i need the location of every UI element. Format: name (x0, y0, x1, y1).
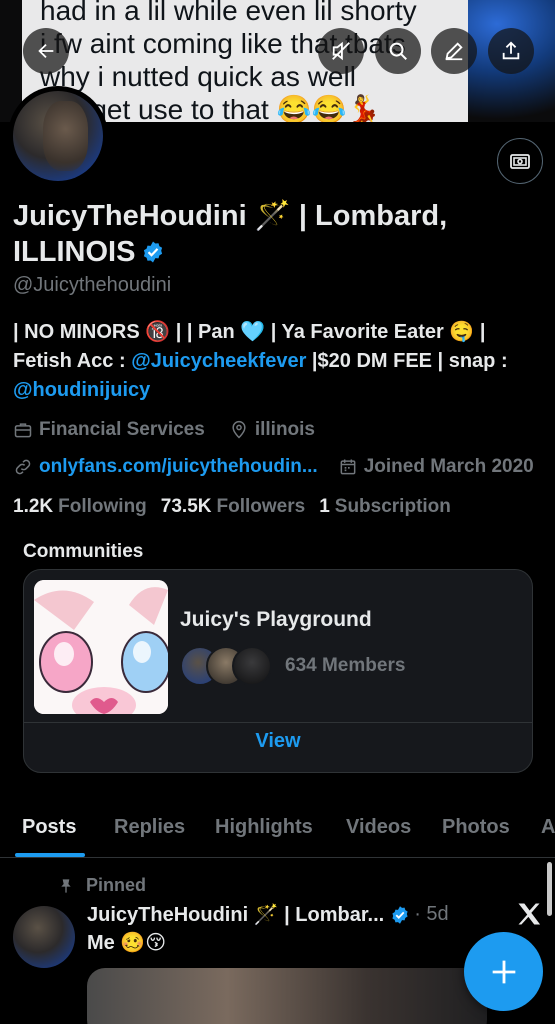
subscriptions-count: 1 (319, 496, 330, 517)
message-button[interactable] (497, 138, 543, 184)
bio-line: Fetish Acc : @Juicycheekfever |$20 DM FE… (13, 347, 543, 376)
briefcase-icon (14, 423, 32, 438)
search-icon (389, 42, 407, 60)
followers-label: Followers (216, 496, 306, 517)
calendar-icon (340, 459, 356, 475)
community-name[interactable]: Juicy's Playground (180, 608, 372, 632)
pin-icon (61, 878, 71, 893)
divider (24, 722, 532, 723)
tab-posts[interactable]: Posts (22, 816, 76, 839)
verified-badge-icon (392, 905, 408, 924)
following-stat[interactable]: 1.2K Following (13, 496, 147, 518)
post-author-name[interactable]: JuicyTheHoudini 🪄 | Lombar... (87, 902, 384, 927)
tab-highlights[interactable]: Highlights (215, 816, 313, 839)
mute-icon (332, 41, 350, 61)
tab-videos[interactable]: Videos (346, 816, 411, 839)
profile-bio: | NO MINORS 🔞 | | Pan 🩵 | Ya Favorite Ea… (13, 318, 543, 405)
profile-avatar[interactable] (8, 86, 108, 186)
community-card[interactable]: Juicy's Playground 634 Members View (23, 569, 533, 773)
search-button[interactable] (375, 28, 421, 74)
share-icon (502, 41, 520, 60)
post-author-avatar[interactable] (13, 906, 75, 968)
plus-icon (492, 960, 515, 983)
post-media-image[interactable] (87, 968, 487, 1024)
verified-badge-icon[interactable] (141, 240, 165, 264)
link-icon (15, 459, 31, 475)
pinned-text: Pinned (86, 875, 147, 895)
banner-caption-line: had in a lil while even lil shorty (40, 0, 417, 26)
profile-tabs: Posts Replies Highlights Videos Photos A (0, 810, 555, 858)
profile-joined: Joined March 2020 (338, 456, 534, 478)
active-tab-indicator (15, 853, 85, 857)
pinned-label: Pinned (58, 875, 146, 896)
profile-category: Financial Services (13, 419, 205, 441)
profile-meta-row-2: onlyfans.com/juicythehoudin... Joined Ma… (13, 456, 555, 478)
tab-articles[interactable]: A (541, 816, 555, 839)
post-header: JuicyTheHoudini 🪄 | Lombar... · 5d (87, 902, 449, 927)
post-text: Me 🥴😚 (87, 932, 167, 954)
mute-button[interactable] (318, 28, 364, 74)
bio-line: @houdinijuicy (13, 376, 543, 405)
location-text: illinois (254, 419, 316, 440)
profile-meta-row: Financial Services illinois (13, 419, 339, 441)
bio-text: |$20 DM FEE | snap : (306, 350, 508, 372)
x-logo-icon (518, 903, 541, 925)
display-name: JuicyTheHoudini 🪄 | Lombard, ILLINOIS (13, 198, 533, 270)
tab-replies[interactable]: Replies (114, 816, 185, 839)
profile-stats: 1.2K Following 73.5K Followers 1 Subscripti… (13, 496, 465, 518)
avatar-image (13, 91, 103, 181)
profile-handle: @Juicythehoudini (13, 274, 172, 296)
following-label: Following (58, 496, 147, 517)
communities-heading: Communities (23, 541, 144, 562)
scrollbar[interactable] (547, 862, 552, 916)
edit-button[interactable] (431, 28, 477, 74)
money-envelope-icon (510, 154, 530, 169)
share-button[interactable] (488, 28, 534, 74)
location-pin-icon (232, 420, 246, 439)
compose-post-button[interactable] (464, 932, 543, 1011)
profile-website[interactable]: onlyfans.com/juicythehoudin... (13, 456, 318, 478)
community-view-button[interactable]: View (24, 730, 532, 753)
followers-stat[interactable]: 73.5K Followers (161, 496, 305, 518)
bio-mention-link[interactable]: @houdinijuicy (13, 379, 150, 401)
back-button[interactable] (23, 28, 69, 74)
website-link[interactable]: onlyfans.com/juicythehoudin... (39, 456, 318, 478)
subscriptions-label: Subscription (334, 496, 451, 517)
bio-text: Fetish Acc : (13, 350, 132, 372)
edit-icon (445, 42, 463, 61)
tab-photos[interactable]: Photos (442, 816, 510, 839)
community-member-count: 634 Members (285, 655, 406, 676)
community-member-avatars (180, 646, 272, 686)
following-count: 1.2K (13, 496, 54, 517)
profile-location: illinois (229, 419, 315, 441)
subscriptions-stat[interactable]: 1 Subscription (319, 496, 451, 518)
category-text: Financial Services (39, 419, 205, 440)
bio-line: | NO MINORS 🔞 | | Pan 🩵 | Ya Favorite Ea… (13, 321, 486, 343)
joined-text: Joined March 2020 (363, 456, 534, 477)
followers-count: 73.5K (160, 496, 212, 517)
member-avatar (232, 646, 272, 686)
display-name-text: JuicyTheHoudini 🪄 | Lombard, ILLINOIS (13, 200, 448, 268)
community-art (34, 580, 168, 714)
community-thumbnail (34, 580, 168, 714)
arrow-left-icon (38, 43, 54, 59)
bio-mention-link[interactable]: @Juicycheekfever (131, 350, 306, 372)
post-time: · 5d (414, 903, 449, 925)
